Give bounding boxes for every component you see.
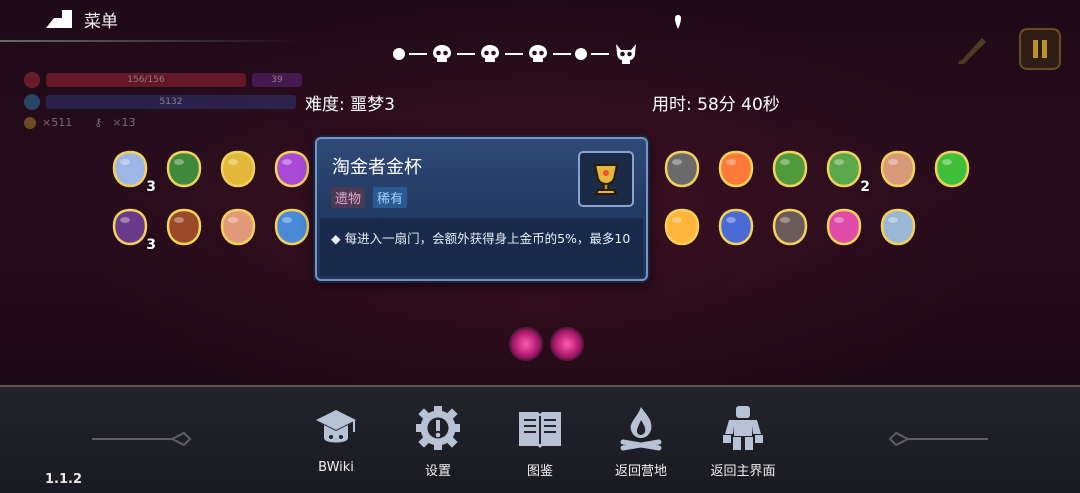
relic-slot[interactable]	[660, 205, 704, 249]
golden-goblet-icon	[220, 150, 256, 188]
blue-jellyfish-icon	[718, 208, 754, 246]
heart-icon	[718, 150, 754, 188]
nav-bwiki-label: BWiki	[318, 460, 354, 475]
candy-cone-icon	[664, 208, 700, 246]
shield-bar: 39	[252, 73, 302, 87]
elapsed-time-label: 用时: 58分 40秒	[652, 95, 780, 115]
green-belt-icon	[166, 150, 202, 188]
item-tooltip: 淘金者金杯 遗物 稀有 ◆ 每进入一扇门，会额外获得身上金币的5%，最多10	[315, 137, 648, 281]
quill-icon	[958, 38, 986, 64]
relic-slot[interactable]	[216, 205, 260, 249]
skull-node-icon	[433, 45, 451, 62]
book-icon	[519, 412, 561, 448]
current-position-marker-icon	[675, 15, 681, 29]
key-icon: ⚷	[94, 116, 103, 129]
relic-slot[interactable]: 3	[108, 147, 156, 195]
green-boot-icon	[772, 150, 808, 188]
skull-node-icon	[529, 45, 547, 62]
golden-goblet-icon	[593, 164, 619, 195]
tooltip-item-name: 淘金者金杯	[332, 157, 422, 178]
relic-slot[interactable]	[930, 147, 974, 191]
player-hud: 156/156 39 5132 ×511 ⚷ ×13	[24, 72, 302, 135]
relic-slot[interactable]	[822, 205, 866, 249]
wooden-crate-icon	[166, 208, 202, 246]
relic-slot[interactable]	[714, 147, 758, 191]
relic-count: 3	[146, 237, 156, 253]
tooltip-item-frame	[578, 151, 634, 207]
tooltip-description: ◆ 每进入一扇门，会额外获得身上金币的5%，最多10	[331, 231, 631, 246]
path-node-dot-icon	[393, 48, 405, 60]
nav-main-menu-label: 返回主界面	[710, 464, 776, 479]
stone-golem-icon	[723, 406, 763, 450]
relic-slot[interactable]	[768, 147, 812, 191]
pink-demon-mask-icon	[826, 208, 862, 246]
flesh-creature-icon	[220, 208, 256, 246]
relic-slot[interactable]	[876, 205, 920, 249]
relic-slot[interactable]	[876, 147, 920, 191]
skull-node-icon	[481, 45, 499, 62]
rainbow-cape-icon	[274, 150, 310, 188]
relic-slot[interactable]	[162, 147, 206, 191]
relic-slot[interactable]	[270, 147, 314, 191]
leaf-sprig-icon	[826, 150, 862, 188]
arrow-icon	[880, 150, 916, 188]
boss-skull-node-icon	[616, 44, 636, 64]
nav-main-menu-button[interactable]: 返回主界面	[703, 404, 783, 479]
health-orb-icon	[24, 72, 40, 88]
gold-count: ×511	[42, 116, 73, 129]
nav-codex-label: 图鉴	[526, 464, 553, 479]
green-flame-icon	[934, 150, 970, 188]
health-bar: 156/156	[46, 73, 246, 87]
back-arrow-icon	[46, 10, 72, 28]
relic-slot[interactable]	[270, 205, 314, 249]
relic-slot[interactable]	[768, 205, 812, 249]
relic-slot[interactable]	[714, 205, 758, 249]
mana-orb-icon	[24, 94, 40, 110]
difficulty-label: 难度: 噩梦3	[305, 95, 395, 115]
relic-slot[interactable]	[216, 147, 260, 191]
nav-codex-button[interactable]: 图鉴	[500, 404, 580, 479]
right-ornament-icon	[888, 432, 988, 446]
relic-count: 2	[860, 179, 870, 195]
mana-bar: 5132	[46, 95, 296, 109]
path-node-dot-icon	[575, 48, 587, 60]
pause-button[interactable]	[1019, 28, 1061, 70]
menu-button[interactable]: 菜单	[44, 6, 118, 32]
version-label: 1.1.2	[45, 472, 83, 487]
skill-orb-icon[interactable]	[550, 327, 584, 361]
stone-idol-icon	[664, 150, 700, 188]
left-ornament-icon	[92, 432, 192, 446]
nav-settings-label: 设置	[424, 464, 451, 479]
tooltip-type-tag: 遗物	[331, 187, 366, 208]
relic-slot[interactable]: 3	[108, 205, 156, 253]
magnifier-icon	[880, 208, 916, 246]
top-divider	[0, 40, 300, 42]
campfire-icon	[620, 407, 662, 451]
relic-slot[interactable]	[162, 205, 206, 249]
gear-icon	[416, 406, 460, 450]
dungeon-path-progress	[393, 36, 639, 72]
nav-bwiki-button[interactable]: BWiki	[296, 404, 376, 475]
relic-count: 3	[146, 179, 156, 195]
key-count: ×13	[112, 116, 136, 129]
graduation-cap-icon	[316, 410, 356, 443]
relic-slot[interactable]	[660, 147, 704, 191]
gold-coin-icon	[24, 116, 36, 129]
purple-robe-icon	[112, 208, 148, 246]
relic-slot[interactable]: 2	[822, 147, 870, 195]
tooltip-rarity-tag: 稀有	[373, 187, 408, 208]
menu-label: 菜单	[84, 11, 118, 32]
blue-ring-icon	[274, 208, 310, 246]
nav-camp-label: 返回营地	[614, 464, 667, 479]
brown-cloak-icon	[772, 208, 808, 246]
ghost-icon	[112, 150, 148, 188]
skill-orb-icon[interactable]	[509, 327, 543, 361]
nav-settings-button[interactable]: 设置	[398, 404, 478, 479]
nav-camp-button[interactable]: 返回营地	[601, 404, 681, 479]
